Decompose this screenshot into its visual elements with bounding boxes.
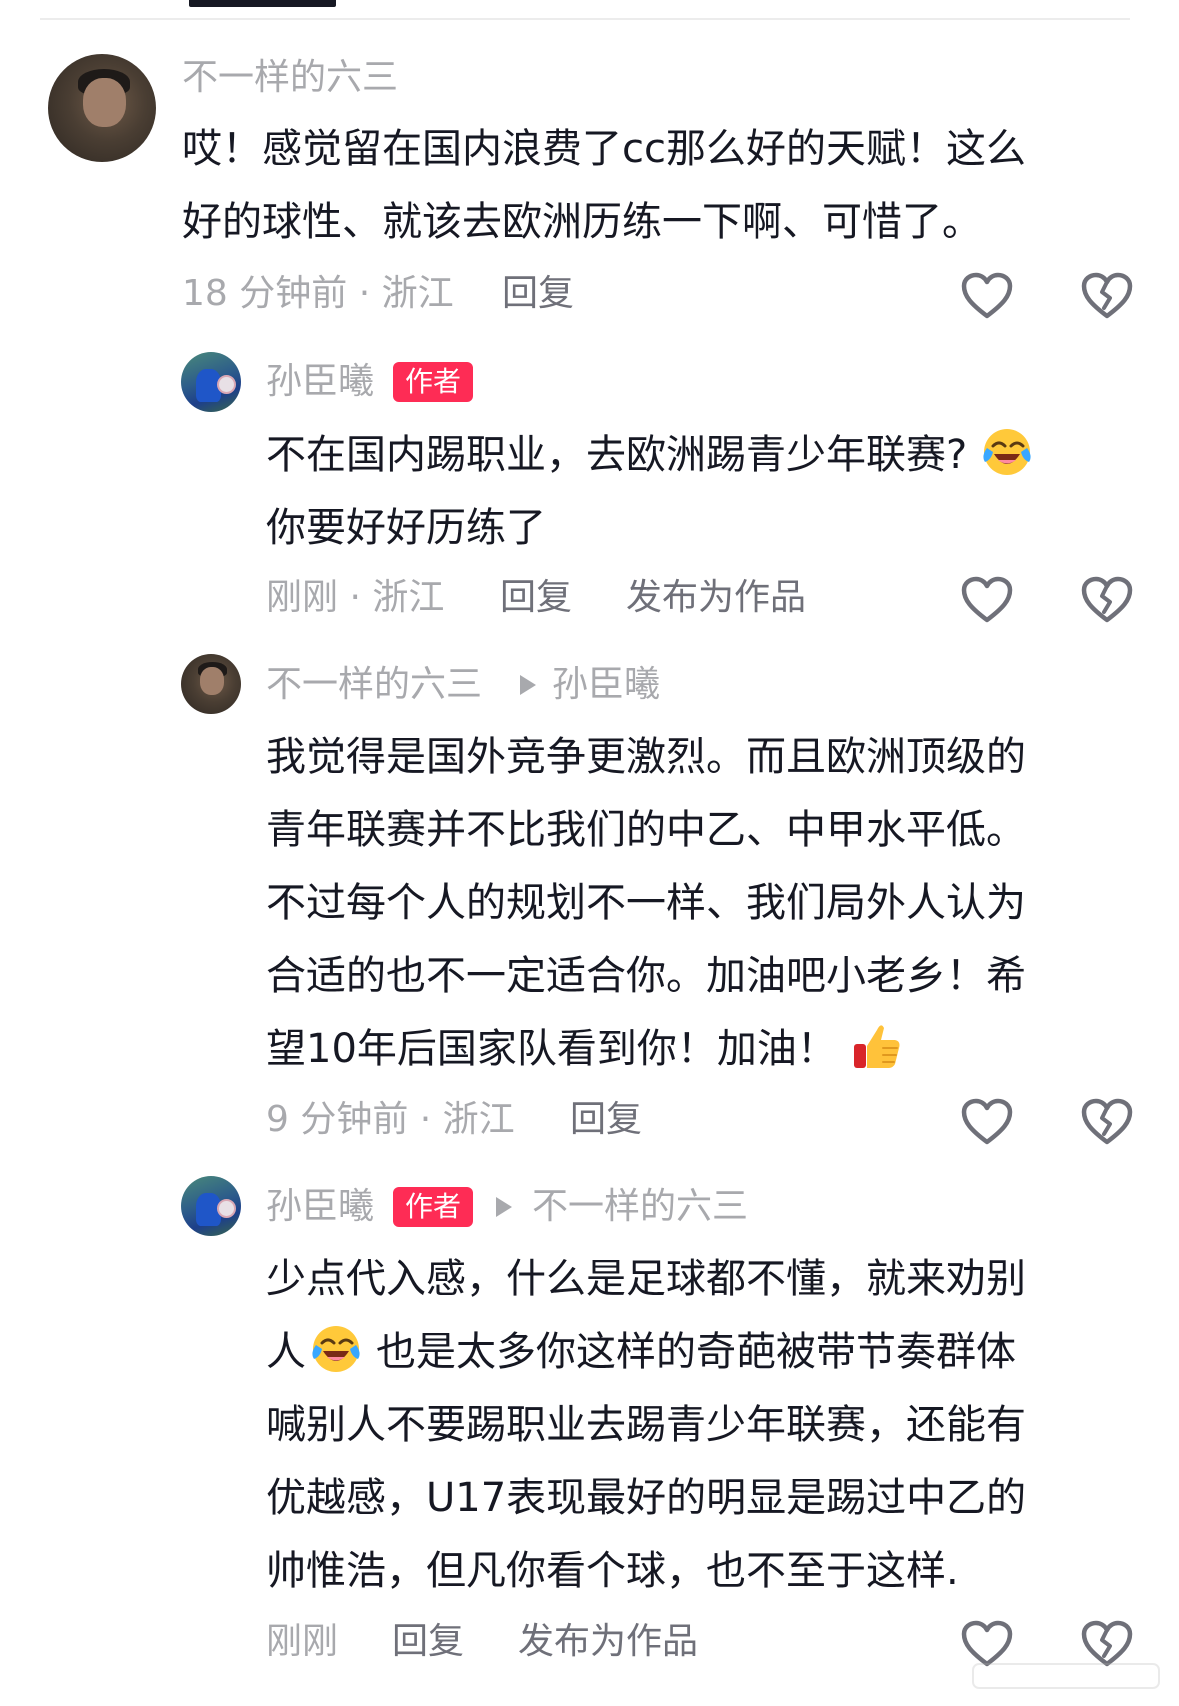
comment-text-line: 合适的也不一定适合你。加油吧小老乡！希 [266, 953, 1026, 999]
heart-outline-icon[interactable] [961, 576, 1013, 624]
heart-outline-icon[interactable] [961, 1098, 1013, 1146]
comment-text-line: 不过每个人的规划不一样、我们局外人认为 [266, 880, 1026, 926]
comment-text-line: 青年联赛并不比我们的中乙、中甲水平低。 [266, 807, 1026, 853]
laughing-crying-emoji [312, 1326, 360, 1372]
comment-text-line: 你要好好历练了 [266, 505, 546, 551]
comment-username[interactable]: 孙臣曦 [266, 1187, 374, 1227]
comment-username[interactable]: 不一样的六三 [266, 665, 482, 705]
reply-to-username[interactable]: 孙臣曦 [552, 665, 660, 705]
comment-meta: 刚刚 · 浙江 [266, 577, 445, 618]
comment-username[interactable]: 不一样的六三 [182, 58, 398, 98]
watermark-logo [972, 1663, 1160, 1689]
reply-arrow-icon [520, 675, 536, 695]
comment-text-span: 也是太多你这样的奇葩被带节奏群体 [376, 1329, 1016, 1375]
tab-divider [40, 18, 1130, 20]
comment-meta: 刚刚 [266, 1621, 339, 1662]
reply-button[interactable]: 回复 [570, 1100, 642, 1140]
comment-text-line: 帅惟浩，但凡你看个球，也不至于这样. [266, 1548, 959, 1594]
comment-text-line: 喊别人不要踢职业去踢青少年联赛，还能有 [266, 1402, 1026, 1448]
publish-as-work-button[interactable]: 发布为作品 [518, 1622, 698, 1662]
author-badge: 作者 [393, 362, 474, 402]
reply-button[interactable]: 回复 [502, 274, 574, 314]
avatar[interactable] [181, 352, 241, 412]
heart-outline-icon[interactable] [961, 272, 1013, 320]
comment-text-span: 望10年后国家队看到你！加油！ [266, 1026, 837, 1072]
laughing-crying-emoji [983, 429, 1031, 475]
reply-to-username[interactable]: 不一样的六三 [532, 1187, 748, 1227]
comment-text-line: 少点代入感，什么是足球都不懂，就来劝别 [266, 1256, 1026, 1302]
avatar[interactable] [181, 654, 241, 714]
broken-heart-icon[interactable] [1081, 576, 1133, 624]
broken-heart-icon[interactable] [1081, 1098, 1133, 1146]
reply-button[interactable]: 回复 [500, 578, 572, 618]
comment-text-span: 不在国内踢职业，去欧洲踢青少年联赛? [266, 432, 968, 478]
comment-meta: 18 分钟前 · 浙江 [182, 273, 454, 314]
comment-text-line: 哎！感觉留在国内浪费了cc那么好的天赋！这么 [182, 126, 1026, 172]
comment-username[interactable]: 孙臣曦 [266, 362, 374, 402]
avatar[interactable] [48, 54, 156, 162]
comment-text-line: 不在国内踢职业，去欧洲踢青少年联赛? [266, 419, 1033, 492]
comment-text-line: 望10年后国家队看到你！加油！ [266, 1013, 903, 1086]
tab-active-indicator[interactable] [189, 0, 336, 7]
comment-text-line: 好的球性、就该去欧洲历练一下啊、可惜了。 [182, 199, 982, 245]
author-badge: 作者 [393, 1187, 474, 1227]
publish-as-work-button[interactable]: 发布为作品 [626, 578, 806, 618]
tab-bar [0, 0, 1179, 24]
comment-text-line: 人 也是太多你这样的奇葩被带节奏群体 [266, 1316, 1016, 1389]
reply-button[interactable]: 回复 [392, 1622, 464, 1662]
comment-text-line: 优越感，U17表现最好的明显是踢过中乙的 [266, 1475, 1027, 1521]
comment-meta: 9 分钟前 · 浙江 [266, 1099, 515, 1140]
broken-heart-icon[interactable] [1081, 272, 1133, 320]
comment-text-line: 我觉得是国外竞争更激烈。而且欧洲顶级的 [266, 734, 1026, 780]
avatar[interactable] [181, 1176, 241, 1236]
comment-text-span: 人 [266, 1329, 306, 1375]
thumbs-up-emoji [853, 1025, 900, 1068]
reply-arrow-icon [496, 1197, 512, 1217]
